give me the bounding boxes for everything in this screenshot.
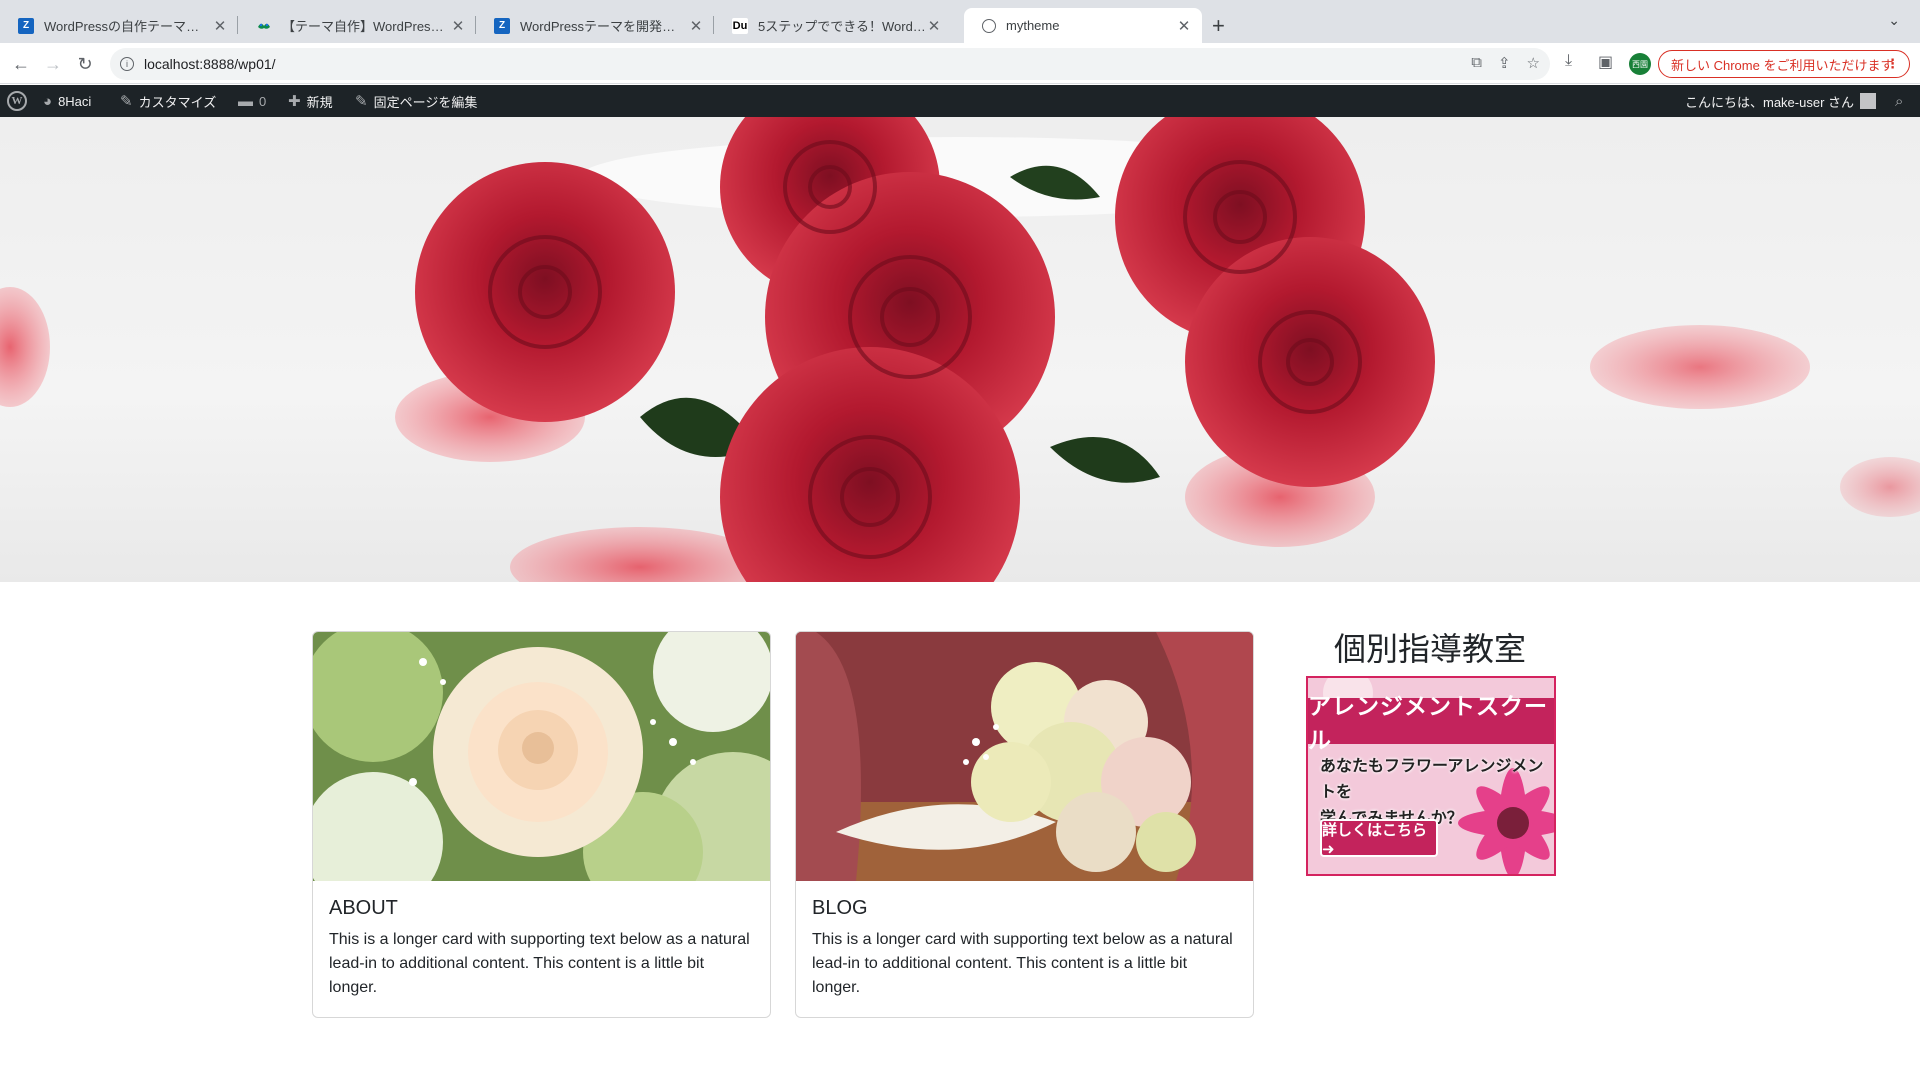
tab-close-icon[interactable]: ✕ [1176, 17, 1192, 35]
new-content-menu[interactable]: ✚ 新規 [288, 85, 333, 117]
card-title: BLOG [812, 897, 868, 919]
card-text: This is a longer card with supporting te… [329, 931, 750, 996]
browser-tab-1[interactable]: Z WordPressの自作テーマに挑戦してみよう ✕ [0, 8, 238, 43]
download-icon[interactable]: ⤓ [1565, 52, 1572, 70]
url-text[interactable]: localhost:8888/wp01/ [144, 56, 276, 72]
browser-toolbar: ← → ↻ i localhost:8888/wp01/ ⧉ ⇪ ☆ ⤓ ▣ 西… [0, 43, 1920, 84]
hero-image [0, 117, 1920, 582]
tab-close-icon[interactable]: ✕ [450, 17, 466, 35]
card-text: This is a longer card with supporting te… [812, 931, 1233, 996]
chrome-update-button[interactable]: 新しい Chrome をご利用いただけます ⋮ [1658, 50, 1910, 78]
new-label: 新規 [306, 94, 333, 110]
site-info-icon[interactable]: i [120, 57, 134, 71]
tab-title: WordPressテーマを開発しよう！ [520, 19, 688, 34]
browser-tab-strip: Z WordPressの自作テーマに挑戦してみよう ✕ 【テーマ自作】WordP… [0, 0, 1920, 43]
bridal-bouquet-image [796, 632, 1253, 881]
tab-close-icon[interactable]: ✕ [688, 17, 704, 35]
card-title: ABOUT [329, 897, 398, 919]
user-avatar [1860, 93, 1877, 109]
wp-admin-bar: W ◕ 8Haci ✎ カスタマイズ ▬ 0 ✚ 新規 ✎ 固定ページを編集 こ… [0, 85, 1920, 117]
tab-close-icon[interactable]: ✕ [212, 17, 228, 35]
new-tab-icon[interactable]: + [1212, 13, 1225, 39]
globe-icon [982, 18, 996, 33]
my-account-menu[interactable]: こんにちは、make-user さん [1685, 85, 1877, 117]
arrangement-school-banner[interactable]: アレンジメントスクール あなたもフラワーアレンジメントを 学んでみませんか？ 詳… [1306, 676, 1556, 876]
white-rose-bouquet-image [313, 632, 770, 881]
edit-page-label: 固定ページを編集 [373, 94, 478, 110]
address-bar[interactable]: i localhost:8888/wp01/ ⧉ ⇪ ☆ [110, 48, 1550, 80]
browser-tab-2[interactable]: 【テーマ自作】WordPress オリジナルテーマ ✕ [238, 8, 476, 43]
du-favicon-icon: Du [732, 17, 748, 34]
details-button[interactable]: 詳しくはこちら ➜ [1320, 819, 1438, 858]
tab-title: 【テーマ自作】WordPress オリジナルテーマ [282, 19, 450, 34]
plus-icon: ✚ [288, 93, 301, 110]
search-icon: ⌕ [1895, 92, 1904, 110]
chevron-down-icon[interactable]: ⌄ [1888, 12, 1900, 29]
comments-count: 0 [259, 93, 267, 109]
comment-bubble-icon: ▬ [238, 92, 253, 110]
share-icon[interactable]: ⇪ [1498, 54, 1511, 72]
rose-bouquet-illustration [0, 117, 1920, 582]
zenn-favicon-icon: Z [18, 17, 34, 34]
site-name-menu[interactable]: ◕ 8Haci [43, 85, 91, 117]
customize-link[interactable]: ✎ カスタマイズ [120, 85, 216, 117]
blog-card[interactable]: BLOG This is a longer card with supporti… [795, 631, 1254, 1018]
browser-tab-4[interactable]: Du 5ステップでできる！Wordpressオリジナル ✕ [714, 8, 952, 43]
bird-favicon-icon [256, 18, 272, 34]
zenn-favicon-icon: Z [494, 17, 510, 34]
back-arrow-icon[interactable]: ← [9, 52, 33, 76]
banner-sub-line-1: あなたもフラワーアレンジメントを [1320, 758, 1544, 801]
side-panel-icon[interactable]: ▣ [1598, 52, 1613, 72]
reload-icon[interactable]: ↻ [73, 52, 97, 76]
tab-title: WordPressの自作テーマに挑戦してみよう [44, 19, 212, 34]
sidebar-title: 個別指導教室 [1333, 631, 1526, 667]
forward-arrow-icon[interactable]: → [41, 52, 65, 76]
update-label: 新しい Chrome をご利用いただけます [1671, 57, 1894, 73]
banner-heading: アレンジメントスクール [1308, 693, 1554, 753]
browser-tab-3[interactable]: Z WordPressテーマを開発しよう！ ✕ [476, 8, 714, 43]
bookmark-star-icon[interactable]: ☆ [1527, 54, 1540, 72]
customize-label: カスタマイズ [138, 94, 217, 110]
admin-search[interactable]: ⌕ [1895, 85, 1903, 117]
wp-logo-menu[interactable]: W [7, 85, 27, 117]
browser-tab-active[interactable]: mytheme ✕ [964, 8, 1202, 43]
paintbrush-icon: ✎ [120, 93, 133, 110]
about-card[interactable]: ABOUT This is a longer card with support… [312, 631, 771, 1018]
greeting: こんにちは、make-user さん [1685, 94, 1855, 110]
tab-title: mytheme [1006, 18, 1060, 33]
site-name: 8Haci [58, 93, 92, 109]
dashboard-gauge-icon: ◕ [43, 92, 53, 110]
tab-close-icon[interactable]: ✕ [926, 17, 942, 35]
tab-title: 5ステップでできる！Wordpressオリジナル [758, 19, 926, 34]
translate-icon[interactable]: ⧉ [1471, 54, 1482, 72]
profile-avatar[interactable]: 西園 [1629, 53, 1651, 75]
more-vert-icon: ⋮ [1886, 56, 1899, 71]
edit-page-link[interactable]: ✎ 固定ページを編集 [355, 85, 477, 117]
pencil-icon: ✎ [355, 93, 368, 110]
comments-link[interactable]: ▬ 0 [238, 85, 266, 117]
wordpress-logo-icon: W [7, 91, 27, 111]
